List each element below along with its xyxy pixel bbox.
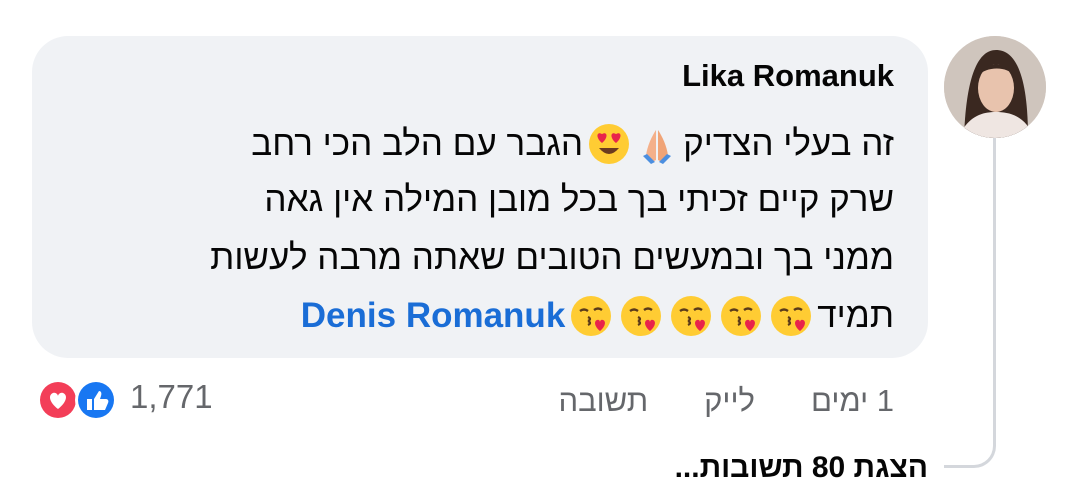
comment-line-4: תמיד Denis Romanuk	[301, 294, 894, 338]
heart-eyes-icon	[589, 124, 630, 164]
comment-text: זה בעלי הצדיק	[683, 124, 894, 163]
like-button[interactable]: לייק	[704, 383, 755, 419]
comment-bubble: Lika Romanuk זה בעלי הצדיק הגבר עם הלב ה…	[32, 36, 928, 358]
kissing-heart-icon	[621, 296, 662, 336]
thread-connector	[944, 138, 996, 468]
folded-hands-icon	[643, 130, 672, 164]
kissing-heart-icon	[671, 296, 712, 336]
reply-button[interactable]: תשובה	[558, 383, 648, 419]
comment-text: תמיד	[817, 296, 894, 335]
view-replies-link[interactable]: הצגת 80 תשובות...	[675, 451, 928, 485]
reaction-icons[interactable]	[34, 376, 126, 424]
comment-text: שרק קיים זכיתי בך בכל מובן המילה אין גאה	[264, 180, 894, 219]
mention-link[interactable]: Denis Romanuk	[301, 296, 566, 336]
kissing-heart-icon	[571, 296, 612, 336]
comment-line-1: זה בעלי הצדיק הגבר עם הלב הכי רחב	[251, 122, 894, 166]
comment-text: ממני בך ובמעשים הטובים שאתה מרבה לעשות	[210, 238, 894, 277]
kissing-heart-emoji-group	[569, 294, 813, 338]
kissing-heart-icon	[771, 296, 812, 336]
comment-actions: 1 ימים לייק תשובה	[558, 383, 894, 419]
profile-photo	[944, 36, 1046, 138]
timestamp[interactable]: 1 ימים	[811, 383, 894, 419]
avatar[interactable]	[944, 36, 1046, 138]
kissing-heart-icon	[721, 296, 762, 336]
comment-line-2: שרק קיים זכיתי בך בכל מובן המילה אין גאה	[264, 180, 894, 220]
comment-line-3: ממני בך ובמעשים הטובים שאתה מרבה לעשות	[210, 238, 894, 278]
comment-author[interactable]: Lika Romanuk	[682, 58, 894, 94]
reaction-count[interactable]: 1,771	[130, 378, 213, 416]
comment-text: הגבר עם הלב הכי רחב	[251, 124, 584, 163]
